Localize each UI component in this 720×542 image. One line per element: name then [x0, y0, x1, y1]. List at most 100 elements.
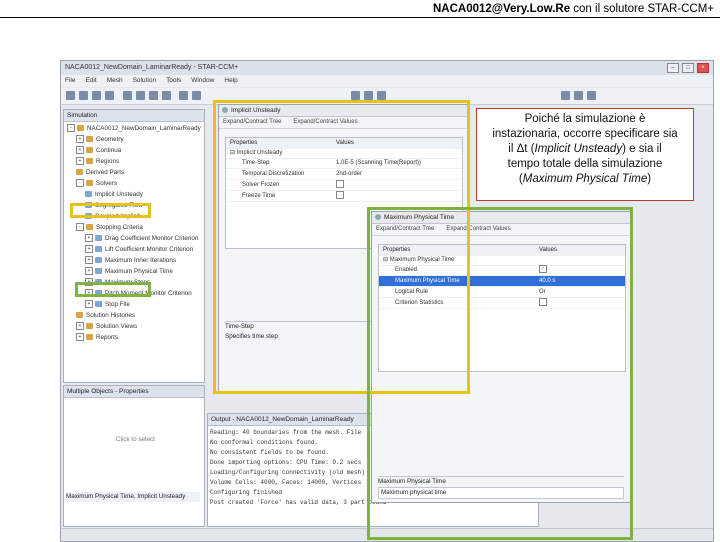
tree-item[interactable]: + Stop File	[85, 300, 130, 310]
tree-implicit-unsteady-highlight	[70, 203, 151, 218]
tree-item-label: Continua	[96, 147, 122, 154]
print-icon[interactable]	[105, 91, 114, 100]
tree-item-label: Reports	[96, 334, 119, 341]
expand-toggle-icon[interactable]: +	[85, 234, 93, 243]
tree-item[interactable]: - NACA0012_NewDomain_LaminarReady	[67, 124, 201, 134]
folder-icon	[86, 180, 93, 187]
menu-mesh[interactable]: Mesh	[107, 75, 123, 87]
tree-item-label: Implicit Unsteady	[95, 191, 143, 198]
simulation-tab[interactable]: Simulation	[64, 110, 204, 122]
scene-icon[interactable]	[179, 91, 188, 100]
expand-toggle-icon[interactable]: +	[85, 267, 93, 276]
menu-tools[interactable]: Tools	[166, 75, 181, 87]
mesh-icon[interactable]	[123, 91, 132, 100]
callout-line-4: tempo totale della simulazione	[507, 158, 663, 170]
maximum-physical-time-highlight	[367, 207, 633, 540]
callout-line-5: (Maximum Physical Time)	[477, 172, 693, 187]
output-line: Done importing options: CPU Time: 0.2 se…	[210, 459, 362, 466]
menu-bar: File Edit Mesh Solution Tools Window Hel…	[61, 75, 713, 87]
output-line: Volume Cells: 4000, Faces: 14000, Vertic…	[210, 479, 362, 486]
tree-item-label: Stop File	[105, 301, 130, 308]
callout-line-3-post: ) e sia il	[622, 143, 662, 155]
tree-item[interactable]: + Geometry	[76, 135, 124, 145]
tree-item[interactable]: + Lift Coefficient Monitor Criterion	[85, 245, 193, 255]
view-icon[interactable]	[351, 91, 360, 100]
tree-item[interactable]: + Continua	[76, 146, 121, 156]
tree-item[interactable]: + Reports	[76, 333, 118, 343]
tree-item[interactable]: + Maximum Physical Time	[85, 267, 173, 277]
callout-maximum-physical-time: Maximum Physical Time	[522, 173, 648, 185]
properties-footer: Maximum Physical Time, Implicit Unsteady	[66, 492, 200, 502]
select-icon[interactable]	[561, 91, 570, 100]
callout-line-2: instazionaria, occorre specificare sia	[492, 128, 678, 140]
menu-solution[interactable]: Solution	[133, 75, 157, 87]
expand-toggle-icon[interactable]: +	[76, 333, 84, 342]
tree-item-label: NACA0012_NewDomain_LaminarReady	[87, 125, 201, 132]
zoom-icon[interactable]	[377, 91, 386, 100]
folder-icon	[86, 158, 93, 165]
expand-toggle-icon[interactable]: +	[85, 300, 93, 309]
stop-icon[interactable]	[162, 91, 171, 100]
expand-toggle-icon[interactable]: -	[76, 223, 84, 232]
tree-item-label: Geometry	[96, 136, 124, 143]
tree-item-label: Lift Coefficient Monitor Criterion	[105, 246, 194, 253]
output-line: Loading/Configuring connectivity (old me…	[210, 469, 365, 476]
node-icon	[95, 301, 102, 308]
window-title: NACA0012_NewDomain_LaminarReady - STAR-C…	[65, 64, 239, 71]
expand-toggle-icon[interactable]: -	[67, 124, 75, 133]
open-icon[interactable]	[79, 91, 88, 100]
folder-icon	[86, 323, 93, 330]
tree-item-label: Solvers	[96, 180, 117, 187]
close-button[interactable]: ×	[697, 63, 709, 73]
node-icon	[95, 246, 102, 253]
folder-icon	[76, 169, 83, 176]
plot-icon[interactable]	[192, 91, 201, 100]
fit-icon[interactable]	[587, 91, 596, 100]
tree-item[interactable]: Implicit Unsteady	[85, 190, 143, 200]
tree-item[interactable]: + Maximum Inner Iterations	[85, 256, 176, 266]
callout-line-1: Poiché la simulazione è	[524, 113, 646, 125]
save-icon[interactable]	[92, 91, 101, 100]
tree-item[interactable]: + Regions	[76, 157, 119, 167]
folder-icon	[86, 224, 93, 231]
menu-edit[interactable]: Edit	[85, 75, 96, 87]
output-line: Reading: 40 boundaries from the mesh. Fi…	[210, 429, 362, 436]
tree-item[interactable]: - Stopping Criteria	[76, 223, 143, 233]
expand-toggle-icon[interactable]: +	[76, 157, 84, 166]
window-titlebar: NACA0012_NewDomain_LaminarReady - STAR-C…	[61, 61, 713, 75]
expand-toggle-icon[interactable]: -	[76, 179, 84, 188]
menu-help[interactable]: Help	[224, 75, 237, 87]
tree-item-label: Drag Coefficient Monitor Criterion	[105, 235, 199, 242]
callout-line-3-pre: il Δt (	[508, 143, 535, 155]
tree-item[interactable]: + Solution Views	[76, 322, 137, 332]
minimize-button[interactable]: –	[667, 63, 679, 73]
run-icon[interactable]	[136, 91, 145, 100]
menu-window[interactable]: Window	[191, 75, 214, 87]
step-icon[interactable]	[149, 91, 158, 100]
expand-toggle-icon[interactable]: +	[76, 322, 84, 331]
tree-item-label: Solution Histories	[86, 312, 135, 319]
expand-toggle-icon[interactable]: +	[76, 146, 84, 155]
new-icon[interactable]	[66, 91, 75, 100]
tree-item[interactable]: + Drag Coefficient Monitor Criterion	[85, 234, 198, 244]
node-icon	[95, 257, 102, 264]
output-line: No consistent fields to be found.	[210, 449, 329, 456]
expand-toggle-icon[interactable]: +	[85, 256, 93, 265]
menu-file[interactable]: File	[65, 75, 75, 87]
rotate-icon[interactable]	[364, 91, 373, 100]
maximize-button[interactable]: □	[682, 63, 694, 73]
expand-toggle-icon[interactable]: +	[76, 135, 84, 144]
output-line: No conformal conditions found.	[210, 439, 319, 446]
folder-icon	[76, 312, 83, 319]
pan-icon[interactable]	[574, 91, 583, 100]
tree-item[interactable]: Derived Parts	[76, 168, 124, 178]
callout-line-3: il Δt (Implicit Unsteady) e sia il	[477, 142, 693, 157]
slide-title: NACA0012@Very.Low.Re con il solutore STA…	[432, 3, 714, 15]
expand-toggle-icon[interactable]: +	[85, 245, 93, 254]
tree-item[interactable]: Solution Histories	[76, 311, 135, 321]
tree-item[interactable]: - Solvers	[76, 179, 117, 189]
callout-implicit-unsteady: Implicit Unsteady	[534, 143, 623, 155]
explanation-callout: Poiché la simulazione è instazionaria, o…	[476, 108, 694, 201]
tree-item-label: Regions	[96, 158, 120, 165]
properties-panel: Multiple Objects - Properties Click to s…	[63, 385, 205, 527]
